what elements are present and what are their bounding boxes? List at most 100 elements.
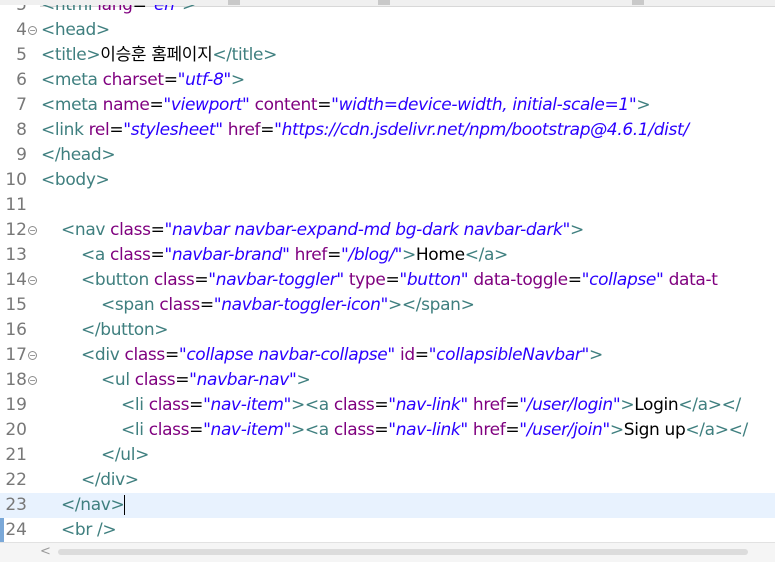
- line-number: 20: [5, 420, 27, 440]
- code-token-txt: Home: [415, 245, 465, 265]
- horizontal-scrollbar[interactable]: <: [0, 542, 775, 562]
- code-text: <meta name="viewport" content="width=dev…: [41, 93, 651, 118]
- code-token-tag: >: [296, 370, 311, 390]
- code-line[interactable]: 16 </button>: [0, 318, 775, 343]
- code-line[interactable]: 17− <div class="collapse navbar-collapse"…: [0, 343, 775, 368]
- code-token-attr: class: [154, 295, 200, 315]
- code-line[interactable]: 13 <a class="navbar-brand" href="/blog/">…: [0, 243, 775, 268]
- code-token-tag: >: [181, 5, 196, 15]
- line-number: 8: [16, 120, 27, 140]
- code-line[interactable]: 15 <span class="navbar-toggler-icon"></sp…: [0, 293, 775, 318]
- code-token-val: "navbar-toggler-icon": [213, 295, 389, 315]
- code-token-txt: =: [317, 95, 332, 115]
- code-token-val: "/user/join": [519, 420, 610, 440]
- code-token-tag: <link: [41, 120, 84, 140]
- code-token-val: "collapsibleNavbar": [428, 345, 590, 365]
- code-token-txt: =: [109, 120, 124, 140]
- code-token-txt: Login: [634, 395, 679, 415]
- code-token-tag: <a: [81, 245, 105, 265]
- fold-toggle-icon[interactable]: −: [28, 26, 37, 35]
- code-line[interactable]: 19 <li class="nav-item"><a class="nav-lin…: [0, 393, 775, 418]
- line-number: 16: [5, 320, 27, 340]
- code-line[interactable]: 24 <br />: [0, 518, 775, 542]
- code-token-txt: =: [164, 345, 179, 365]
- code-token-tag: >: [620, 395, 635, 415]
- code-token-attr: class: [119, 345, 165, 365]
- code-token-attr: id: [394, 345, 415, 365]
- code-line[interactable]: 22 </div>: [0, 468, 775, 493]
- code-token-attr: data-toggle: [468, 270, 568, 290]
- code-token-attr: href: [289, 245, 328, 265]
- code-token-txt: =: [189, 395, 204, 415]
- code-line[interactable]: 11: [0, 193, 775, 218]
- code-token-val: "https://cdn.jsdelivr.net/npm/bootstrap@…: [274, 120, 689, 140]
- code-token-val: "nav-item": [203, 395, 291, 415]
- code-token-attr: href: [222, 120, 261, 140]
- code-token-tag: <title>: [41, 45, 101, 65]
- code-line[interactable]: 18− <ul class="navbar-nav">: [0, 368, 775, 393]
- fold-toggle-icon[interactable]: −: [28, 351, 37, 360]
- fold-toggle-icon[interactable]: −: [28, 276, 37, 285]
- code-token-txt: =: [163, 70, 178, 90]
- code-token-txt: =: [260, 120, 275, 140]
- code-token-tag: <li: [121, 395, 144, 415]
- code-token-txt: =: [149, 95, 164, 115]
- line-number: 21: [5, 445, 27, 465]
- code-text: <br />: [61, 518, 117, 542]
- code-line[interactable]: 10 <body>: [0, 168, 775, 193]
- code-line[interactable]: 6 <meta charset="utf-8">: [0, 68, 775, 93]
- code-text: <li class="nav-item"><a class="nav-link"…: [121, 418, 748, 443]
- code-text: </div>: [81, 468, 139, 493]
- code-editor[interactable]: 5 <html lang="en"> 4− <head> 5 <title>이승훈 홈페이…: [0, 5, 775, 542]
- code-token-tag: >: [636, 95, 651, 115]
- scroll-left-icon[interactable]: <: [40, 544, 51, 559]
- code-text: <title>이승훈 홈페이지</title>: [41, 43, 277, 68]
- code-line[interactable]: 12− <nav class="navbar navbar-expand-md b…: [0, 218, 775, 243]
- code-token-val: "nav-link": [388, 395, 468, 415]
- code-token-attr: rel: [83, 120, 110, 140]
- code-text: <body>: [41, 168, 110, 193]
- code-line[interactable]: 8 <link rel="stylesheet" href="https://cd…: [0, 118, 775, 143]
- code-token-txt: =: [385, 270, 400, 290]
- code-token-tag: </head>: [41, 145, 116, 165]
- code-token-val: "/blog/": [340, 245, 402, 265]
- code-token-attr: class: [104, 245, 151, 265]
- code-line[interactable]: 4− <head>: [0, 18, 775, 43]
- line-number: 22: [5, 470, 27, 490]
- code-text: <nav class="navbar navbar-expand-md bg-d…: [61, 218, 584, 243]
- fold-toggle-icon[interactable]: −: [28, 226, 37, 235]
- scrollbar-thumb[interactable]: [58, 549, 748, 555]
- code-text: </head>: [41, 143, 116, 168]
- code-token-tag: >: [569, 220, 584, 240]
- code-line[interactable]: 7 <meta name="viewport" content="width=de…: [0, 93, 775, 118]
- code-text: <meta charset="utf-8">: [41, 68, 245, 93]
- code-text: <head>: [41, 18, 110, 43]
- code-token-txt: =: [505, 395, 520, 415]
- code-token-txt: =: [414, 345, 429, 365]
- code-line[interactable]: 9 </head>: [0, 143, 775, 168]
- line-number: 18: [5, 370, 27, 390]
- code-token-attr: class: [328, 420, 375, 440]
- code-line[interactable]: 5 <html lang="en">: [0, 5, 775, 18]
- code-token-val: "stylesheet": [123, 120, 223, 140]
- fold-toggle-icon[interactable]: −: [28, 376, 37, 385]
- code-line[interactable]: 21 </ul>: [0, 443, 775, 468]
- code-token-val: "utf-8": [177, 70, 232, 90]
- code-token-val: "en": [146, 5, 183, 15]
- code-token-attr: type: [343, 270, 386, 290]
- code-token-tag: >: [401, 245, 416, 265]
- code-token-val: "collapse navbar-collapse": [178, 345, 395, 365]
- code-line[interactable]: 5 <title>이승훈 홈페이지</title>: [0, 43, 775, 68]
- code-line[interactable]: 20 <li class="nav-item"><a class="nav-lin…: [0, 418, 775, 443]
- line-number: 4: [16, 20, 27, 40]
- code-token-tag: <head>: [41, 20, 110, 40]
- code-token-tag: </ul>: [101, 445, 149, 465]
- code-token-attr: class: [143, 420, 190, 440]
- code-token-txt: =: [327, 245, 341, 265]
- code-line[interactable]: 14− <button class="navbar-toggler" type="…: [0, 268, 775, 293]
- code-token-val: "navbar-brand": [164, 245, 290, 265]
- code-line[interactable]: 23 </nav>: [0, 493, 775, 518]
- code-text: </button>: [81, 318, 168, 343]
- code-token-tag: </a></: [685, 420, 748, 440]
- line-number: 24: [5, 520, 27, 540]
